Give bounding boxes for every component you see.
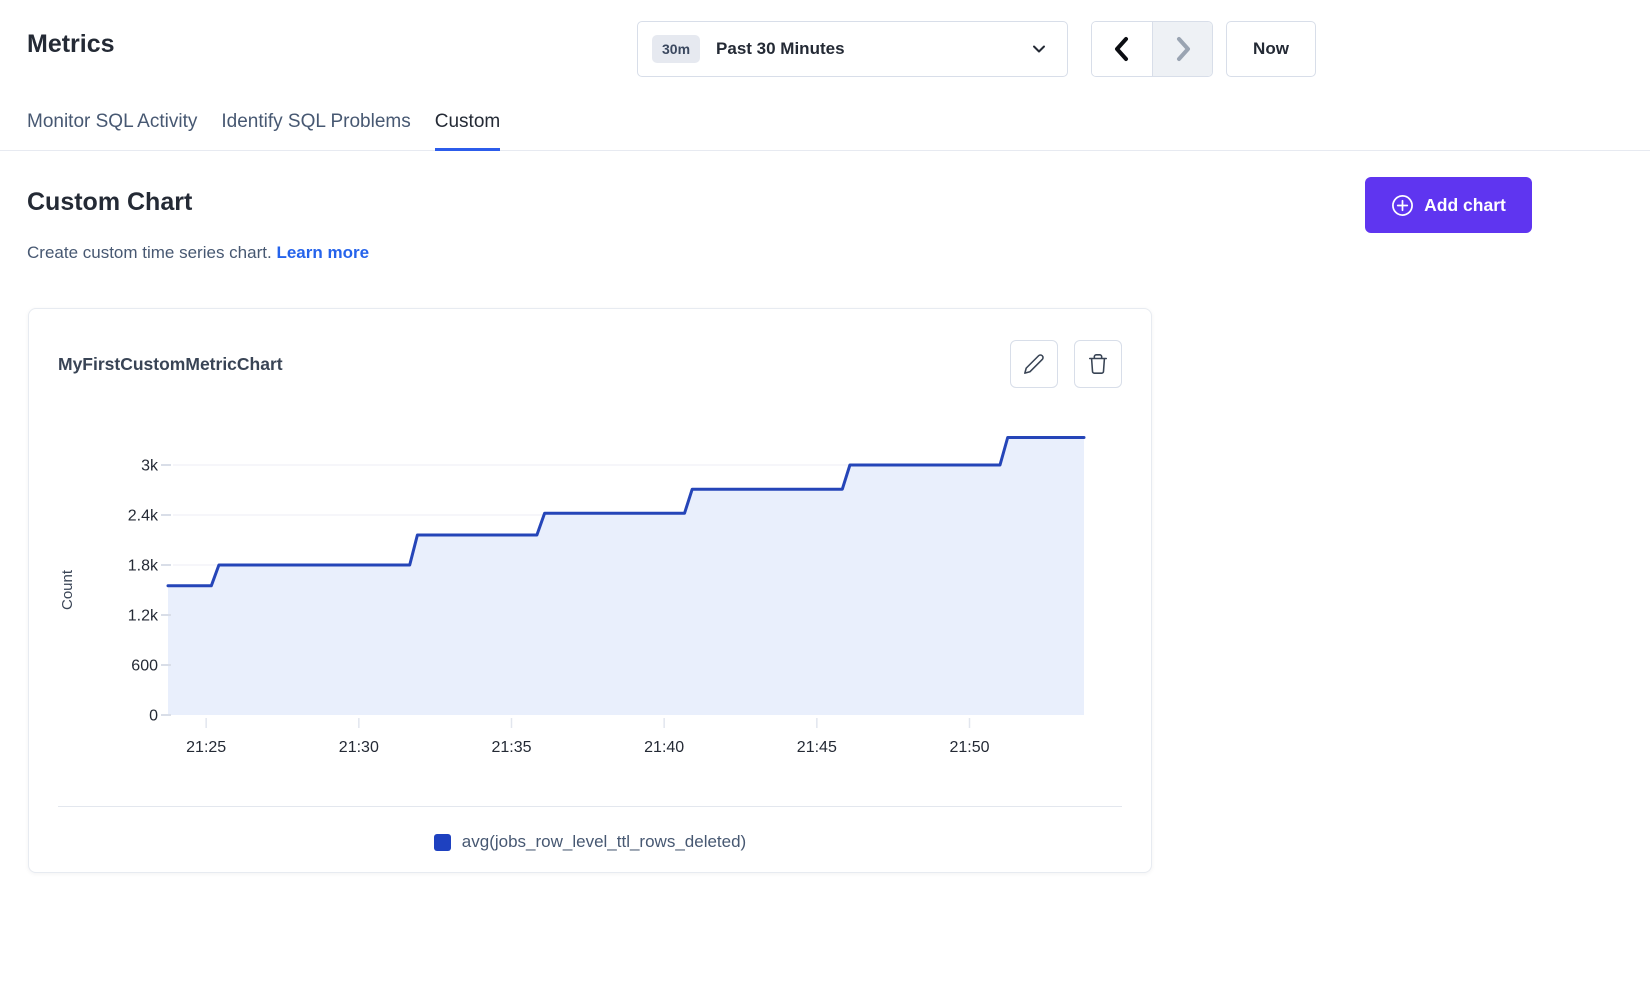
svg-text:3k: 3k	[141, 458, 159, 475]
svg-text:21:45: 21:45	[797, 739, 837, 756]
chevron-down-icon	[1031, 41, 1047, 57]
time-nav-group	[1091, 21, 1213, 77]
chart-title: MyFirstCustomMetricChart	[58, 354, 283, 375]
metrics-page: Metrics 30m Past 30 Minutes Now Monitor …	[0, 0, 1650, 982]
add-chart-label: Add chart	[1424, 195, 1506, 216]
chevron-left-icon	[1112, 36, 1132, 62]
plus-circle-icon	[1391, 194, 1414, 217]
time-forward-button[interactable]	[1152, 22, 1212, 76]
legend-swatch	[434, 834, 451, 851]
svg-text:1.8k: 1.8k	[128, 558, 159, 575]
svg-text:21:35: 21:35	[491, 739, 531, 756]
svg-text:Count: Count	[59, 569, 76, 610]
svg-text:1.2k: 1.2k	[128, 608, 159, 625]
tab-identify-sql-problems[interactable]: Identify SQL Problems	[221, 111, 410, 151]
delete-chart-button[interactable]	[1074, 340, 1122, 388]
chevron-right-icon	[1173, 36, 1193, 62]
legend-label: avg(jobs_row_level_ttl_rows_deleted)	[462, 832, 746, 852]
tab-monitor-sql-activity[interactable]: Monitor SQL Activity	[27, 111, 197, 151]
svg-text:600: 600	[131, 658, 158, 675]
svg-text:2.4k: 2.4k	[128, 508, 159, 525]
section-description-text: Create custom time series chart.	[27, 243, 272, 262]
edit-chart-button[interactable]	[1010, 340, 1058, 388]
chart-actions	[1010, 340, 1122, 388]
svg-text:21:40: 21:40	[644, 739, 684, 756]
tab-custom[interactable]: Custom	[435, 111, 500, 151]
time-range-label: Past 30 Minutes	[716, 39, 1031, 59]
svg-text:21:50: 21:50	[949, 739, 989, 756]
pencil-icon	[1023, 353, 1045, 375]
custom-chart-canvas: 0 600 1.2k 1.8k 2.4k 3k 21:25 21:30 21:35 21:40 21…	[58, 421, 1124, 771]
tab-bar: Monitor SQL Activity Identify SQL Proble…	[0, 97, 1650, 151]
page-title: Metrics	[27, 30, 115, 59]
chart-card-header: MyFirstCustomMetricChart	[58, 340, 1122, 388]
learn-more-link[interactable]: Learn more	[276, 243, 369, 262]
svg-text:21:25: 21:25	[186, 739, 226, 756]
custom-chart-card: MyFirstCustomMetricChart 0 600 1.2k 1.8k 2.4…	[28, 308, 1152, 873]
time-back-button[interactable]	[1092, 22, 1152, 76]
svg-text:0: 0	[149, 708, 158, 725]
time-range-badge: 30m	[652, 35, 700, 63]
svg-text:21:30: 21:30	[339, 739, 379, 756]
section-description: Create custom time series chart. Learn m…	[27, 243, 369, 263]
card-divider	[58, 806, 1122, 807]
section-title: Custom Chart	[27, 188, 192, 217]
add-chart-button[interactable]: Add chart	[1365, 177, 1532, 233]
time-range-picker[interactable]: 30m Past 30 Minutes	[637, 21, 1068, 77]
now-button[interactable]: Now	[1226, 21, 1316, 77]
chart-legend: avg(jobs_row_level_ttl_rows_deleted)	[29, 832, 1151, 852]
trash-icon	[1087, 353, 1109, 375]
